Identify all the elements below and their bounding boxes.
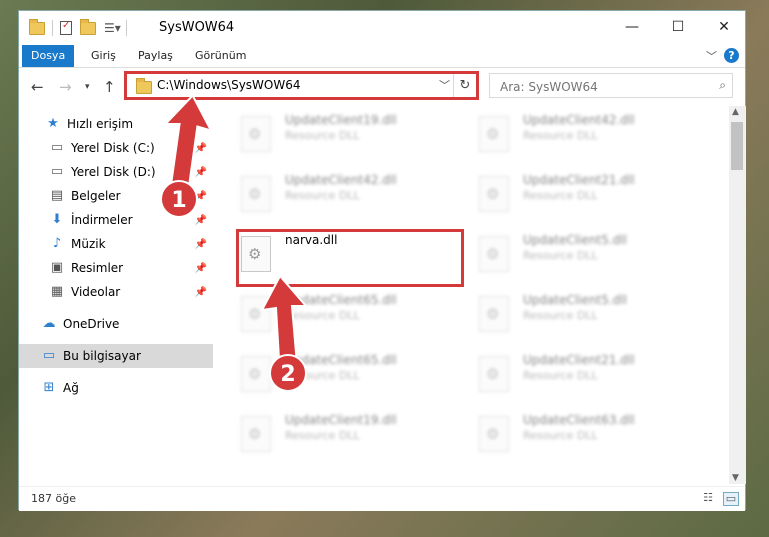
refresh-icon[interactable]: ↻ (453, 74, 476, 97)
download-icon: ⬇ (51, 212, 63, 227)
star-icon: ★ (47, 116, 59, 131)
music-icon: ♪ (52, 236, 62, 251)
new-folder-icon[interactable] (80, 18, 96, 35)
file-item[interactable]: UpdateClient65.dll Resource DLL (219, 350, 439, 400)
scrollbar-thumb[interactable] (731, 122, 743, 170)
file-item[interactable]: UpdateClient63.dll Resource DLL (457, 410, 677, 460)
drive-icon: ▭ (50, 140, 64, 155)
pictures-icon: ▣ (50, 260, 64, 275)
pin-icon[interactable]: 📌 (195, 215, 207, 226)
status-bar: 187 öğe ☷ ▭ (19, 486, 745, 511)
search-box[interactable]: ⌕ (489, 73, 733, 98)
file-item[interactable]: UpdateClient5.dll Resource DLL (457, 290, 677, 340)
tab-file[interactable]: Dosya (22, 45, 75, 67)
dll-file-icon (241, 116, 271, 152)
pin-icon[interactable]: 📌 (195, 239, 207, 250)
dll-file-icon (479, 416, 509, 452)
dll-file-icon (479, 236, 509, 272)
computer-icon: ▭ (42, 348, 56, 363)
address-path[interactable]: C:\Windows\SysWOW64 (157, 78, 301, 92)
file-item[interactable]: UpdateClient19.dll Resource DLL (219, 410, 439, 460)
folder-icon (136, 78, 152, 94)
item-count: 187 öğe (31, 492, 76, 505)
pin-icon[interactable]: 📌 (195, 263, 207, 274)
sidebar-item-pictures[interactable]: ▣ Resimler 📌 (19, 256, 213, 280)
file-item[interactable]: UpdateClient65.dll Resource DLL (219, 290, 439, 340)
file-item[interactable]: UpdateClient21.dll Resource DLL (457, 350, 677, 400)
dll-file-icon (479, 176, 509, 212)
sidebar-item-onedrive[interactable]: ☁ OneDrive (19, 312, 213, 336)
dll-file-icon (241, 176, 271, 212)
details-view-icon[interactable]: ☷ (701, 492, 715, 504)
ribbon-tabs: Dosya Giriş Paylaş Görünüm ﹀ ? (19, 45, 745, 68)
dll-file-icon (241, 416, 271, 452)
file-item[interactable]: UpdateClient42.dll Resource DLL (219, 170, 439, 220)
file-item[interactable]: UpdateClient21.dll Resource DLL (457, 170, 677, 220)
sidebar-item-videos[interactable]: ▦ Videolar 📌 (19, 280, 213, 304)
dll-file-icon (479, 356, 509, 392)
large-icons-view-icon[interactable]: ▭ (723, 492, 739, 506)
customize-toolbar-icon[interactable]: ☰▾ (104, 21, 121, 35)
quick-access-toolbar: ☰▾ (29, 18, 127, 37)
dll-file-icon (479, 116, 509, 152)
divider (126, 20, 127, 36)
scroll-up-icon[interactable]: ▲ (732, 107, 739, 117)
close-button[interactable]: ✕ (701, 11, 747, 43)
network-icon: ⊞ (43, 380, 55, 395)
window-title: SysWOW64 (159, 20, 235, 35)
search-icon[interactable]: ⌕ (719, 78, 726, 93)
sidebar-item-this-pc[interactable]: ▭ Bu bilgisayar (19, 344, 213, 368)
properties-check-icon[interactable] (60, 20, 72, 35)
file-item[interactable]: UpdateClient42.dll Resource DLL (457, 110, 677, 160)
minimize-button[interactable]: — (609, 11, 655, 43)
tab-home[interactable]: Giriş (82, 45, 125, 67)
scroll-down-icon[interactable]: ▼ (732, 473, 739, 483)
divider (52, 20, 53, 36)
documents-icon: ▤ (50, 188, 64, 203)
step-2-badge: 2 (269, 354, 307, 392)
up-arrow-icon[interactable]: ↑ (103, 78, 116, 96)
file-item[interactable]: UpdateClient5.dll Resource DLL (457, 230, 677, 280)
address-dropdown-chevron-icon[interactable]: ﹀ (439, 77, 450, 93)
help-icon[interactable]: ? (724, 48, 739, 63)
cloud-icon: ☁ (42, 316, 56, 331)
step-1-badge: 1 (160, 180, 198, 218)
sidebar-item-network[interactable]: ⊞ Ağ (19, 376, 213, 400)
dll-file-icon (479, 296, 509, 332)
navigation-bar: ← → ▾ ↑ C:\Windows\SysWOW64 ﹀ ↻ ⌕ (19, 68, 745, 104)
pin-icon[interactable]: 📌 (195, 287, 207, 298)
sidebar-item-music[interactable]: ♪ Müzik 📌 (19, 232, 213, 256)
tab-view[interactable]: Görünüm (186, 45, 255, 67)
drive-icon: ▭ (50, 164, 64, 179)
file-item[interactable]: UpdateClient19.dll Resource DLL (219, 110, 439, 160)
title-bar: ☰▾ SysWOW64 — ☐ ✕ (19, 11, 745, 45)
maximize-button[interactable]: ☐ (655, 11, 701, 43)
search-input[interactable] (498, 75, 702, 98)
vertical-scrollbar[interactable]: ▲ ▼ (729, 106, 746, 484)
videos-icon: ▦ (50, 284, 64, 299)
folder-icon[interactable] (29, 18, 45, 35)
recent-locations-chevron-icon[interactable]: ▾ (85, 82, 90, 92)
back-arrow-icon[interactable]: ← (31, 78, 44, 96)
expand-ribbon-icon[interactable]: ﹀ (706, 48, 717, 64)
tab-share[interactable]: Paylaş (129, 45, 182, 67)
forward-arrow-icon[interactable]: → (59, 78, 72, 96)
